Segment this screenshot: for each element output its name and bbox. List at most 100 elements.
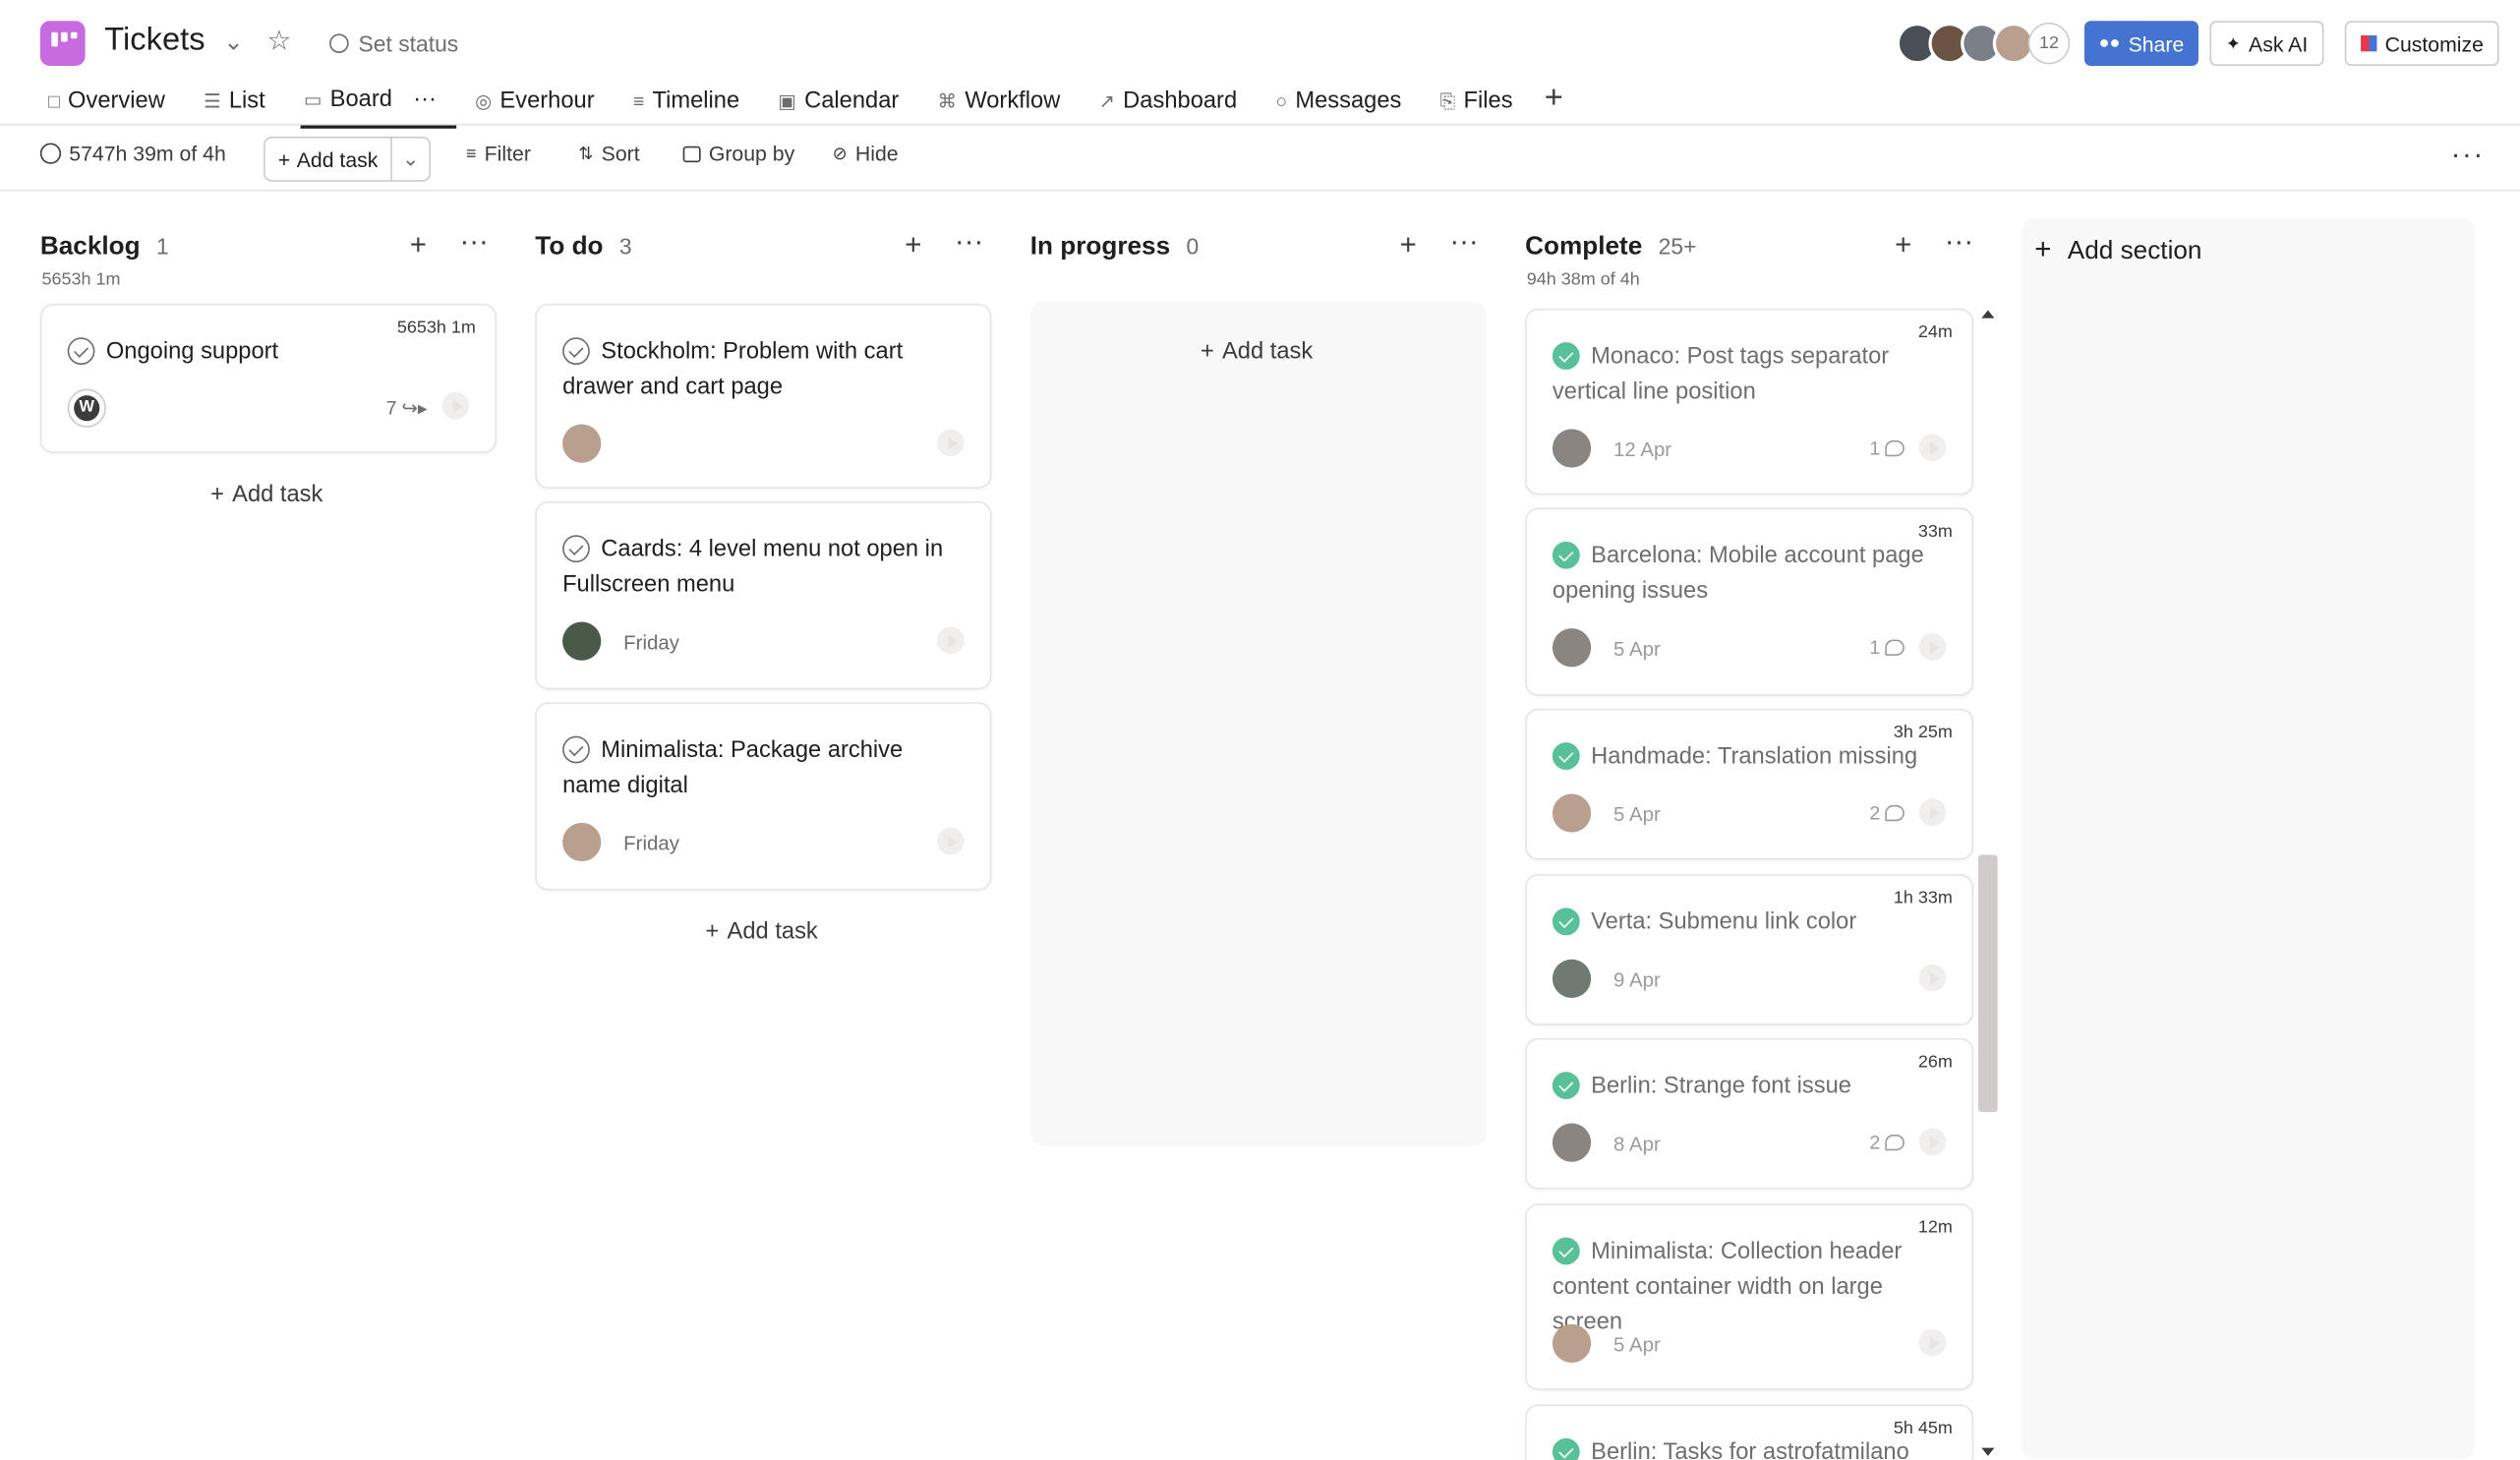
assignee-avatar (562, 424, 602, 463)
assignee-avatar (1552, 959, 1592, 999)
timer-play-icon[interactable] (936, 827, 965, 855)
due-date[interactable]: Friday (623, 631, 679, 654)
task-card[interactable]: 1h 33m Verta: Submenu link color 9 Apr (1525, 874, 1974, 1025)
add-task-in-progress[interactable]: + Add task (1201, 339, 1313, 365)
task-card[interactable]: 33m Barcelona: Mobile account page openi… (1525, 507, 1974, 696)
tab-board[interactable]: ▭ Board ··· (300, 81, 456, 129)
chevron-down-icon[interactable]: ⌄ (223, 28, 244, 56)
comment-count[interactable]: 2 (1869, 802, 1905, 824)
tab-overview[interactable]: □ Overview (45, 81, 185, 129)
timer-play-icon[interactable] (441, 391, 470, 420)
project-title[interactable]: Tickets (104, 23, 205, 60)
star-icon[interactable]: ☆ (266, 26, 291, 58)
subtask-count[interactable]: 7 ↪▸ (386, 397, 428, 420)
timer-play-icon[interactable] (1918, 434, 1947, 462)
timer-play-icon[interactable] (1918, 1128, 1947, 1156)
due-date[interactable]: 8 Apr (1613, 1133, 1661, 1155)
task-card[interactable]: 24m Monaco: Post tags separator vertical… (1525, 308, 1974, 496)
column-add-plus-icon[interactable]: + (1895, 228, 1911, 262)
task-card[interactable]: Caards: 4 level menu not open in Fullscr… (535, 500, 992, 690)
project-tabs: □ Overview ☰ List ▭ Board ··· ◎ Everhour ≡ Timelin… (45, 81, 1549, 129)
share-button[interactable]: ●● Share (2083, 21, 2198, 67)
group-by-button[interactable]: Group by (682, 142, 794, 165)
tab-calendar[interactable]: ▣ Calendar (775, 81, 918, 129)
ask-ai-button[interactable]: ✦ Ask AI (2209, 21, 2324, 67)
due-date[interactable]: 9 Apr (1613, 969, 1661, 992)
due-date[interactable]: 5 Apr (1613, 638, 1661, 661)
column-header-in-progress[interactable]: In progress 0 (1030, 233, 1200, 262)
task-title: Berlin: Tasks for astrofatmilano (1591, 1439, 1909, 1460)
column-title: To do (535, 233, 604, 261)
task-card[interactable]: 12m Minimalista: Collection header conte… (1525, 1203, 1974, 1390)
task-card[interactable]: Stockholm: Problem with cart drawer and … (535, 303, 992, 489)
comment-count[interactable]: 1 (1869, 636, 1905, 659)
complete-column-scrollbar[interactable] (1976, 306, 1998, 1460)
time-tracker-summary[interactable]: 5747h 39m of 4h (39, 142, 226, 165)
add-task-backlog[interactable]: + Add task (210, 482, 322, 507)
tab-options-icon[interactable]: ··· (413, 87, 437, 112)
add-task-label: Add task (1221, 338, 1314, 366)
tab-files[interactable]: ⎘ Files (1436, 81, 1532, 129)
column-header-complete[interactable]: Complete 25+ (1525, 233, 1696, 262)
add-task-button[interactable]: + Add task (265, 138, 393, 181)
status-circle-icon (329, 33, 349, 53)
due-date[interactable]: Friday (623, 833, 679, 855)
tab-workflow[interactable]: ⌘ Workflow (934, 81, 1080, 129)
scroll-up-arrow-icon[interactable] (1981, 310, 1995, 319)
tab-list[interactable]: ☰ List (201, 81, 285, 129)
member-count: 12 (2027, 22, 2071, 65)
add-section-button[interactable]: + Add section (2034, 233, 2201, 266)
comment-count[interactable]: 1 (1869, 438, 1905, 459)
timer-play-icon[interactable] (936, 626, 965, 655)
timer-play-icon[interactable] (1918, 1328, 1947, 1357)
column-more-icon[interactable]: ··· (459, 225, 488, 259)
column-add-plus-icon[interactable]: + (905, 228, 921, 262)
column-header-backlog[interactable]: Backlog 1 (40, 233, 169, 262)
task-card[interactable]: 5653h 1m Ongoing support W 7 ↪▸ (39, 303, 498, 453)
task-title: Barcelona: Mobile account page opening i… (1552, 543, 1924, 605)
member-avatars[interactable]: 12 (1896, 22, 2071, 65)
scroll-down-arrow-icon[interactable] (1981, 1447, 1995, 1456)
column-more-icon[interactable]: ··· (955, 225, 983, 259)
tab-messages[interactable]: ○ Messages (1272, 81, 1421, 129)
comment-count[interactable]: 2 (1869, 1132, 1905, 1154)
tab-timeline[interactable]: ≡ Timeline (630, 81, 759, 129)
task-card[interactable]: 26m Berlin: Strange font issue 8 Apr 2 (1525, 1037, 1974, 1190)
timer-play-icon[interactable] (1918, 632, 1947, 661)
scrollbar-thumb[interactable] (1978, 854, 1998, 1113)
task-title: Minimalista: Package archive name digita… (562, 737, 904, 799)
task-card[interactable]: 5h 45m Berlin: Tasks for astrofatmilano (1525, 1404, 1974, 1460)
add-tab-plus-icon[interactable]: + (1545, 81, 1563, 118)
tab-dashboard[interactable]: ↗ Dashboard (1095, 81, 1256, 129)
add-section-label: Add section (2067, 237, 2202, 265)
column-add-plus-icon[interactable]: + (410, 228, 427, 262)
more-options-icon[interactable]: ··· (2451, 139, 2485, 172)
share-label: Share (2128, 30, 2185, 56)
comment-icon (1885, 439, 1905, 457)
comment-icon (1885, 639, 1905, 656)
timeline-icon: ≡ (632, 89, 645, 113)
filter-button[interactable]: ≡ Filter (466, 142, 531, 166)
due-date[interactable]: 12 Apr (1613, 438, 1671, 461)
column-header-todo[interactable]: To do 3 (535, 233, 631, 262)
sort-button[interactable]: ⇅ Sort (578, 142, 639, 166)
add-task-split-button[interactable]: + Add task ⌄ (264, 136, 432, 182)
everhour-icon: ◎ (475, 89, 493, 113)
column-add-plus-icon[interactable]: + (1400, 228, 1417, 262)
task-card[interactable]: Minimalista: Package archive name digita… (535, 702, 992, 891)
column-more-icon[interactable]: ··· (1449, 225, 1478, 259)
add-task-dropdown-chevron-icon[interactable]: ⌄ (392, 139, 429, 180)
tab-everhour[interactable]: ◎ Everhour (472, 81, 614, 129)
set-status-button[interactable]: Set status (329, 30, 458, 56)
hide-button[interactable]: ⊘ Hide (833, 142, 899, 166)
customize-button[interactable]: Customize (2344, 21, 2500, 67)
timer-play-icon[interactable] (1918, 964, 1947, 992)
timer-play-icon[interactable] (1918, 798, 1947, 827)
sort-label: Sort (601, 141, 640, 166)
due-date[interactable]: 5 Apr (1613, 803, 1661, 826)
task-card[interactable]: 3h 25m Handmade: Translation missing 5 A… (1525, 708, 1974, 860)
column-more-icon[interactable]: ··· (1945, 225, 1973, 259)
due-date[interactable]: 5 Apr (1613, 1334, 1661, 1357)
timer-play-icon[interactable] (936, 429, 965, 457)
add-task-todo[interactable]: + Add task (706, 919, 818, 945)
